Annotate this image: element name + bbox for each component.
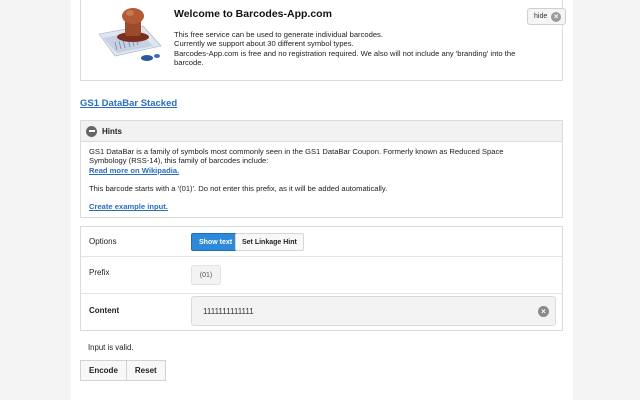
welcome-line: barcode. bbox=[174, 57, 204, 67]
welcome-box: Welcome to Barcodes-App.com This free se… bbox=[80, 0, 567, 81]
prefix-label: Prefix bbox=[89, 268, 110, 277]
hints-panel: Hints GS1 DataBar is a family of symbols… bbox=[80, 120, 563, 218]
wikipedia-link[interactable]: Read more on Wikipadia. bbox=[89, 166, 179, 175]
hints-header[interactable]: Hints bbox=[81, 121, 562, 142]
clear-icon[interactable]: × bbox=[538, 306, 549, 317]
hints-title: Hints bbox=[102, 126, 122, 136]
welcome-line: Currently we support about 30 different … bbox=[174, 39, 354, 49]
create-example-link[interactable]: Create example input. bbox=[89, 202, 168, 211]
minus-circle-icon[interactable] bbox=[86, 125, 97, 137]
content-input[interactable]: 1111111111111 × bbox=[191, 296, 556, 326]
content-label: Content bbox=[89, 306, 120, 315]
options-label: Options bbox=[89, 237, 117, 246]
content-value: 1111111111111 bbox=[203, 306, 254, 316]
prefix-row: Prefix (01) bbox=[81, 257, 562, 294]
hint-text: GS1 DataBar is a family of symbols most … bbox=[89, 147, 504, 156]
welcome-text: This free service can be used to generat… bbox=[174, 30, 554, 67]
hide-label: hide bbox=[534, 13, 548, 20]
close-circle-icon: × bbox=[551, 11, 562, 22]
hide-button[interactable]: hide × bbox=[527, 8, 567, 25]
prefix-value: (01) bbox=[191, 265, 221, 285]
main-content: Welcome to Barcodes-App.com This free se… bbox=[71, 0, 573, 400]
options-row: Options Show text Set Linkage Hint bbox=[81, 227, 562, 257]
set-linkage-hint-button[interactable]: Set Linkage Hint bbox=[235, 233, 304, 251]
barcode-form: Options Show text Set Linkage Hint Prefi… bbox=[80, 226, 563, 331]
barcode-type-link[interactable]: GS1 DataBar Stacked bbox=[80, 98, 177, 109]
encode-button[interactable]: Encode bbox=[80, 360, 127, 381]
content-row: Content 1111111111111 × bbox=[81, 294, 562, 331]
reset-button[interactable]: Reset bbox=[126, 360, 166, 381]
prefix-note: This barcode starts with a '(01)'. Do no… bbox=[89, 183, 388, 193]
stamp-logo bbox=[98, 8, 162, 61]
welcome-line: This free service can be used to generat… bbox=[174, 30, 383, 39]
welcome-title: Welcome to Barcodes-App.com bbox=[174, 8, 332, 20]
show-text-button[interactable]: Show text bbox=[191, 233, 241, 251]
action-buttons: Encode Reset bbox=[80, 360, 166, 381]
welcome-line: Barcodes-App.com is free and no registra… bbox=[174, 48, 516, 58]
validation-status: Input is valid. bbox=[88, 343, 134, 352]
hint-text: Symbology (RSS-14), this family of barco… bbox=[89, 156, 269, 166]
hints-body: GS1 DataBar is a family of symbols most … bbox=[81, 142, 562, 211]
